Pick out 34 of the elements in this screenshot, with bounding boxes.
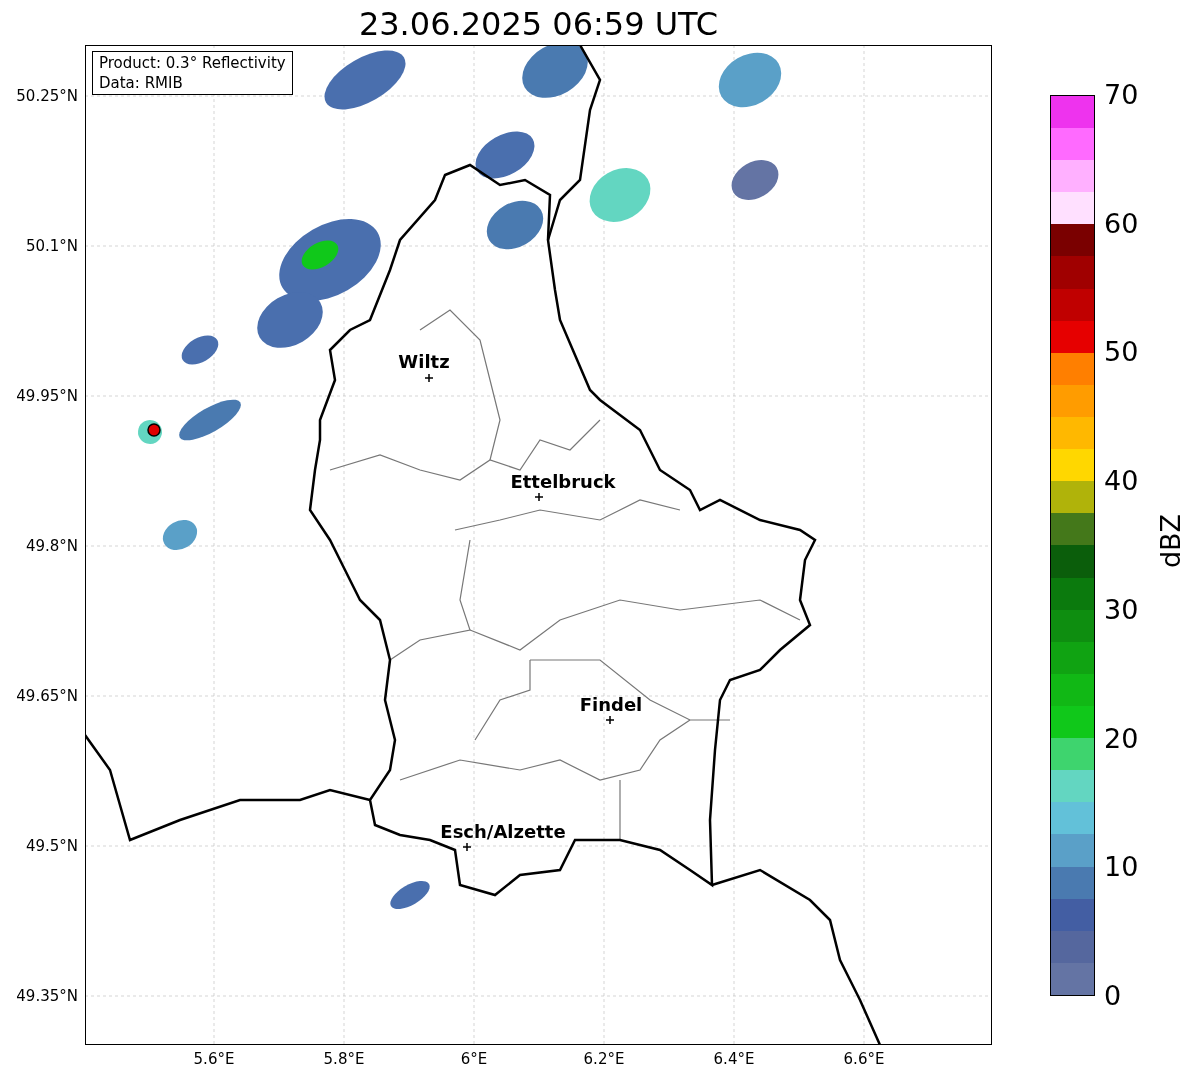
colorbar-tick-label: 50 <box>1104 337 1139 368</box>
chart-title: 23.06.2025 06:59 UTC <box>357 4 720 44</box>
legend-text: Product: 0.3° Reflectivity <box>99 53 286 73</box>
longitude-label: 5.6°E <box>193 1050 235 1068</box>
city-label: Findel <box>579 695 643 715</box>
colorbar-tick-label: 10 <box>1104 852 1139 883</box>
latitude-label: 49.95°N <box>16 387 78 405</box>
latitude-label: 49.35°N <box>16 987 78 1005</box>
colorbar-tick-label: 60 <box>1104 208 1139 239</box>
city-marker <box>606 716 614 724</box>
colorbar-tick-label: 40 <box>1104 466 1139 497</box>
legend-text: Data: RMIB <box>99 73 184 93</box>
colorbar-tick-label: 30 <box>1104 594 1139 625</box>
city-marker <box>425 374 433 382</box>
colorbar-label: dBZ <box>1155 513 1184 569</box>
latitude-label: 49.8°N <box>25 537 78 555</box>
longitude-label: 5.8°E <box>323 1050 365 1068</box>
radar-site-marker <box>147 423 161 437</box>
city-marker <box>463 843 471 851</box>
city-label: Ettelbruck <box>510 472 616 492</box>
longitude-label: 6.6°E <box>843 1050 885 1068</box>
longitude-label: 6.4°E <box>713 1050 755 1068</box>
longitude-label: 6°E <box>460 1050 488 1068</box>
latitude-label: 50.1°N <box>25 237 78 255</box>
colorbar-tick-label: 70 <box>1104 80 1139 110</box>
latitude-label: 50.25°N <box>16 87 78 105</box>
city-label: Esch/Alzette <box>440 822 566 842</box>
city-label: Wiltz <box>398 352 450 372</box>
colorbar-tick-label: 20 <box>1104 723 1139 754</box>
city-marker <box>535 493 543 501</box>
longitude-label: 6.2°E <box>583 1050 625 1068</box>
colorbar-tick-label: 0 <box>1104 981 1122 1011</box>
latitude-label: 49.5°N <box>25 837 78 855</box>
latitude-label: 49.65°N <box>16 687 78 705</box>
